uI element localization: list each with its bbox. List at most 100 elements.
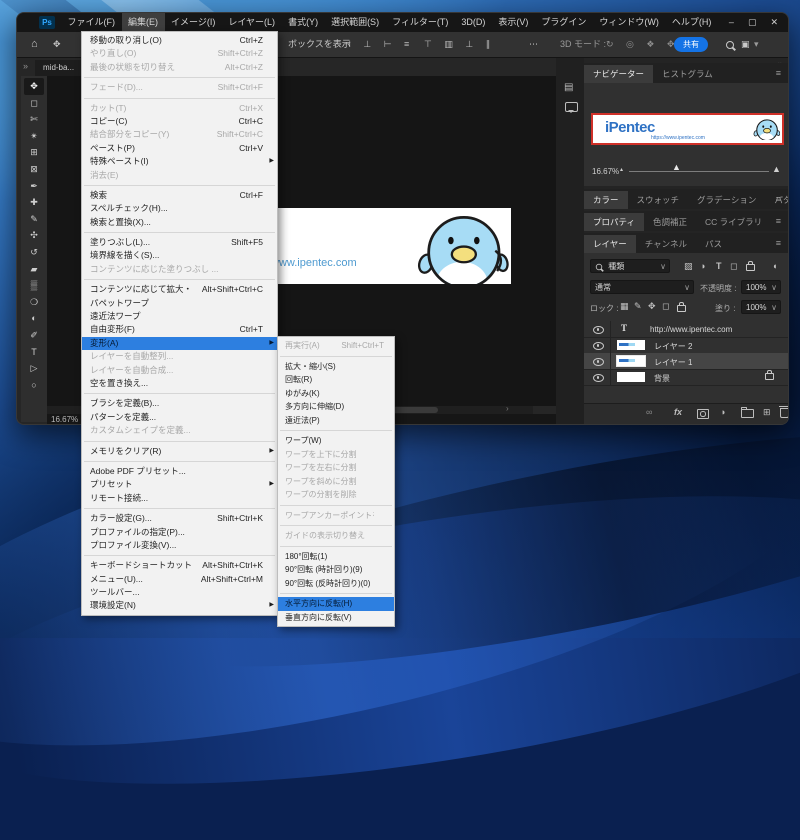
menu-item[interactable]	[280, 430, 392, 431]
menubar-item[interactable]: 表示(V)	[492, 13, 535, 32]
menu-item[interactable]	[84, 461, 275, 462]
menubar-item[interactable]: フィルター(T)	[386, 13, 455, 32]
share-button[interactable]: 共有	[674, 37, 708, 52]
link-layers-icon[interactable]: ∞	[646, 407, 652, 417]
fill-field[interactable]: 100% ∨	[741, 300, 781, 314]
menu-item[interactable]	[84, 77, 275, 78]
menu-item[interactable]: パペットワープ	[82, 297, 277, 310]
menu-item[interactable]: 遠近法ワープ	[82, 310, 277, 323]
menubar-item[interactable]: レイヤー(L)	[222, 13, 282, 32]
tool-button[interactable]: ⊞	[24, 144, 44, 161]
menu-item[interactable]	[280, 546, 392, 547]
menu-item[interactable]: 環境設定(N) ▶	[82, 599, 277, 612]
menu-item[interactable]: レイヤーを自動合成...	[82, 364, 277, 377]
menu-item[interactable]: 水平方向に反転(H)	[278, 597, 394, 611]
zoom-out-icon[interactable]: ▴	[620, 166, 623, 173]
filter-type-layers-icon[interactable]: T	[716, 261, 722, 271]
panel-tab[interactable]: プロパティ	[584, 213, 644, 231]
tool-button[interactable]: ⊠	[24, 161, 44, 178]
visibility-eye-icon[interactable]	[593, 342, 604, 350]
menu-item[interactable]: コンテンツに応じた塗りつぶし ...	[82, 263, 277, 276]
menu-item[interactable]: 再実行(A) Shift+Ctrl+T	[278, 339, 394, 353]
panel-menu-icon[interactable]: ≡	[776, 194, 781, 204]
properties-panel-icon[interactable]: ▤	[564, 82, 573, 93]
menu-item[interactable]: ワープアンカーポイントを変換	[278, 509, 394, 523]
panel-tab[interactable]: スウォッチ	[628, 191, 689, 209]
toolbar-collapse-icon[interactable]: »	[23, 61, 28, 71]
menu-item[interactable]: スペルチェック(H)...	[82, 202, 277, 215]
tool-button[interactable]: ◐	[24, 310, 44, 327]
panel-tab[interactable]: パス	[696, 235, 731, 253]
opacity-field[interactable]: 100% ∨	[741, 280, 781, 294]
layer-row-text[interactable]: T http://www.ipentec.com	[584, 321, 788, 338]
panel-tab[interactable]: CC ライブラリ	[696, 213, 771, 231]
menu-item[interactable]: 回転(R)	[278, 373, 394, 387]
menu-item[interactable]: ペースト(P) Ctrl+V	[82, 142, 277, 155]
more-options-icon[interactable]: ⋯	[529, 32, 538, 57]
delete-layer-icon[interactable]	[780, 408, 789, 418]
tool-button[interactable]: ✎	[24, 211, 44, 228]
panel-menu-icon[interactable]: ≡	[776, 216, 781, 226]
visibility-eye-icon[interactable]	[593, 374, 604, 382]
lock-artboard-icon[interactable]: ◻	[662, 301, 669, 312]
menu-item[interactable]: カット(T) Ctrl+X	[82, 102, 277, 115]
menu-item[interactable]: ツールバー...	[82, 586, 277, 599]
zoom-level[interactable]: 16.67%	[51, 415, 78, 424]
tool-button[interactable]: ✣	[24, 227, 44, 244]
menu-item[interactable]: やり直し(O) Shift+Ctrl+Z	[82, 47, 277, 60]
panel-menu-icon[interactable]: ≡	[776, 68, 781, 78]
tool-button[interactable]: ❍	[24, 294, 44, 311]
layer-row[interactable]: レイヤー 2	[584, 337, 788, 354]
search-icon[interactable]	[726, 41, 734, 49]
menubar-item[interactable]: プラグイン	[535, 13, 593, 32]
menu-item[interactable]	[84, 508, 275, 509]
tool-button[interactable]: ✄	[24, 111, 44, 128]
menu-item[interactable]: カラー設定(G)... Shift+Ctrl+K	[82, 512, 277, 525]
menu-item[interactable]: ワープの分割を削除	[278, 488, 394, 502]
adjustment-layer-icon[interactable]: ◑	[720, 407, 725, 417]
panel-tab[interactable]: 色調補正	[644, 213, 696, 231]
visibility-eye-icon[interactable]	[593, 358, 604, 366]
menu-item[interactable]: メニュー(U)... Alt+Shift+Ctrl+M	[82, 573, 277, 586]
filter-shape-layers-icon[interactable]: ◻	[730, 261, 737, 272]
tool-button[interactable]: ◻	[24, 95, 44, 112]
menu-item[interactable]: ワープを斜めに分割	[278, 475, 394, 489]
layer-row-background[interactable]: 背景	[584, 369, 788, 386]
menu-item[interactable]	[84, 232, 275, 233]
filter-smart-object-icon[interactable]	[746, 264, 755, 271]
menu-item[interactable]	[84, 279, 275, 280]
zoom-in-icon[interactable]: ▲	[772, 164, 781, 174]
menubar-item[interactable]: ファイル(F)	[61, 13, 122, 32]
maximize-button[interactable]: ▢	[748, 13, 757, 32]
panel-tab[interactable]: ナビゲーター	[584, 65, 653, 83]
chevron-down-icon[interactable]: ▾	[754, 32, 759, 57]
distribute-icons-group[interactable]: ⊤ ▥ ⊥ ∥	[424, 32, 495, 57]
menu-item[interactable]: プリセット ▶	[82, 478, 277, 491]
lock-move-icon[interactable]: ✥	[648, 301, 656, 312]
panel-menu-icon[interactable]: ≡	[776, 238, 781, 248]
tool-button[interactable]: ▷	[24, 360, 44, 377]
filter-adjustment-layers-icon[interactable]: ◑	[700, 261, 705, 271]
menu-item[interactable]: プロファイルの指定(P)...	[82, 526, 277, 539]
filter-pixel-layers-icon[interactable]: ▨	[684, 261, 693, 272]
tool-button[interactable]: ▰	[24, 261, 44, 278]
tool-button[interactable]: T	[24, 344, 44, 361]
menu-item[interactable]: 結合部分をコピー(Y) Shift+Ctrl+C	[82, 128, 277, 141]
menu-item[interactable]: 最後の状態を切り替え Alt+Ctrl+Z	[82, 61, 277, 74]
new-group-icon[interactable]	[741, 409, 754, 418]
menu-item[interactable]	[280, 525, 392, 526]
menu-item[interactable]	[84, 185, 275, 186]
menu-item[interactable]: ワープを左右に分割	[278, 461, 394, 475]
blend-mode-select[interactable]: 通常 ∨	[590, 280, 694, 294]
menu-item[interactable]: 変形(A) ▶	[82, 337, 277, 350]
menu-item[interactable]: 検索 Ctrl+F	[82, 189, 277, 202]
home-icon[interactable]: ⌂	[31, 32, 38, 57]
navigator-zoom-slider[interactable]	[629, 171, 769, 172]
lock-paint-icon[interactable]: ✎	[634, 301, 642, 312]
menu-item[interactable]: 自由変形(F) Ctrl+T	[82, 323, 277, 336]
menu-item[interactable]: 塗りつぶし(L)... Shift+F5	[82, 236, 277, 249]
workspace-switcher-icon[interactable]: ▣	[741, 32, 750, 57]
lock-all-icon[interactable]	[677, 305, 686, 312]
menubar-item[interactable]: 選択範囲(S)	[325, 13, 386, 32]
menubar-item[interactable]: ヘルプ(H)	[665, 13, 718, 32]
